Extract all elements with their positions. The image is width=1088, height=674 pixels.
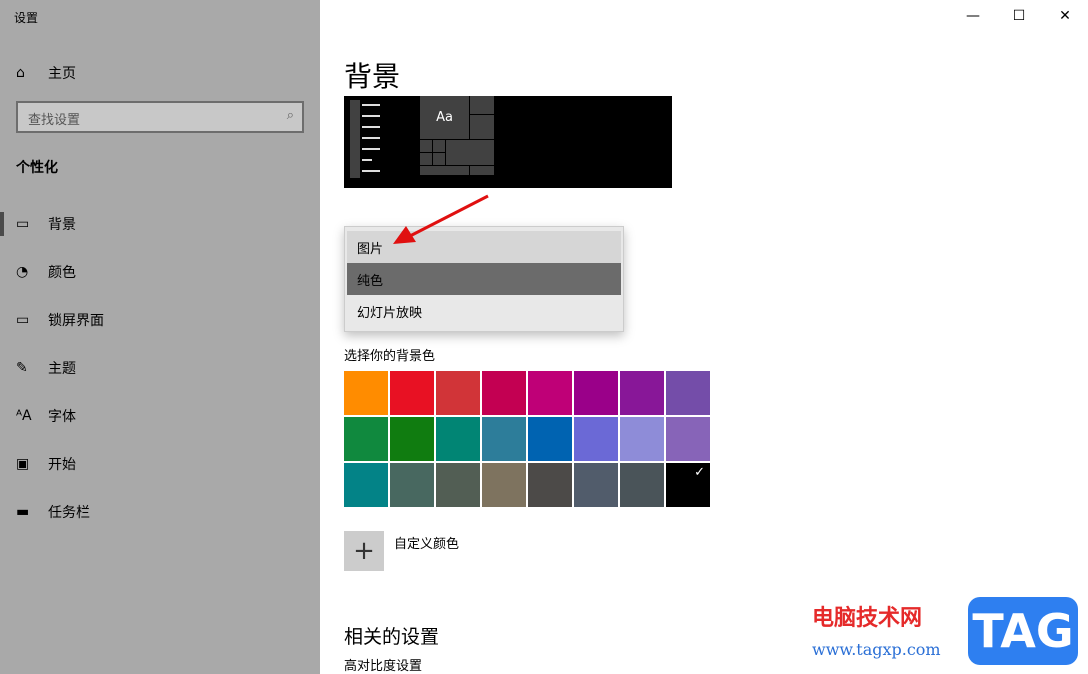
color-swatch[interactable] (344, 371, 388, 415)
nav-label: 主题 (48, 361, 76, 377)
sidebar-item-taskbar[interactable]: ▬ 任务栏 (0, 488, 320, 536)
start-icon: ▣ (16, 456, 30, 472)
color-swatch[interactable] (620, 463, 664, 507)
lock-screen-icon: ▭ (16, 312, 30, 328)
color-swatch[interactable] (436, 371, 480, 415)
color-picker-label: 选择你的背景色 (344, 349, 436, 364)
color-swatch[interactable] (574, 463, 618, 507)
nav-label: 任务栏 (48, 505, 90, 521)
color-swatch[interactable] (344, 417, 388, 461)
color-swatch[interactable] (528, 463, 572, 507)
app-title: 设置 (14, 11, 39, 25)
taskbar-icon: ▬ (16, 504, 30, 520)
sidebar-item-start[interactable]: ▣ 开始 (0, 440, 320, 488)
color-swatch[interactable] (666, 417, 710, 461)
color-swatch[interactable] (620, 417, 664, 461)
background-type-dropdown[interactable]: 图片 纯色 幻灯片放映 (344, 226, 624, 332)
color-swatch[interactable] (482, 371, 526, 415)
background-preview: Aa (344, 96, 672, 188)
font-icon: ᴬA (16, 408, 32, 424)
watermark-url: www.tagxp.com (812, 640, 941, 659)
sidebar-item-lock-screen[interactable]: ▭ 锁屏界面 (0, 296, 320, 344)
nav-label: 背景 (48, 217, 76, 233)
maximize-button[interactable]: ☐ (996, 0, 1042, 32)
section-heading: 个性化 (16, 160, 58, 176)
sidebar-item-colors[interactable]: ◔ 颜色 (0, 248, 320, 296)
high-contrast-link[interactable]: 高对比度设置 (344, 655, 422, 674)
sidebar-nav: ▭ 背景 ◔ 颜色 ▭ 锁屏界面 ✎ 主题 ᴬA 字体 ▣ 开始 ▬ 任务栏 (0, 200, 320, 536)
color-swatch[interactable] (666, 463, 710, 507)
color-swatch[interactable] (482, 417, 526, 461)
sidebar-item-fonts[interactable]: ᴬA 字体 (0, 392, 320, 440)
color-grid (344, 371, 710, 507)
color-swatch[interactable] (436, 417, 480, 461)
color-swatch[interactable] (390, 463, 434, 507)
sidebar: 设置 ⌂ 主页 查找设置 ⌕ 个性化 ▭ 背景 ◔ 颜色 ▭ 锁屏界面 ✎ 主题 ᴬA 字体 … (0, 0, 320, 674)
custom-color-button[interactable]: + (344, 531, 384, 571)
nav-label: 锁屏界面 (48, 313, 104, 329)
color-swatch[interactable] (436, 463, 480, 507)
nav-label: 开始 (48, 457, 76, 473)
option-slideshow[interactable]: 幻灯片放映 (347, 295, 621, 327)
color-swatch[interactable] (574, 417, 618, 461)
page-title: 背景 (344, 60, 401, 93)
custom-color-label[interactable]: 自定义颜色 (394, 533, 459, 552)
color-swatch[interactable] (390, 417, 434, 461)
minimize-button[interactable]: — (950, 0, 996, 32)
option-solid-color[interactable]: 纯色 (347, 263, 621, 295)
color-swatch[interactable] (620, 371, 664, 415)
related-settings-heading: 相关的设置 (344, 626, 440, 648)
color-swatch[interactable] (528, 417, 572, 461)
watermark-site-name: 电脑技术网 (812, 606, 923, 631)
sidebar-item-background[interactable]: ▭ 背景 (0, 200, 320, 248)
theme-icon: ✎ (16, 360, 28, 376)
nav-label: 颜色 (48, 265, 76, 281)
search-input[interactable]: 查找设置 ⌕ (16, 101, 304, 133)
palette-icon: ◔ (16, 264, 29, 280)
watermark-logo: TAG (968, 597, 1078, 665)
window-controls: — ☐ ✕ (950, 0, 1088, 32)
home-icon: ⌂ (16, 65, 25, 81)
color-swatch[interactable] (528, 371, 572, 415)
nav-label: 字体 (48, 409, 76, 425)
color-swatch[interactable] (344, 463, 388, 507)
color-swatch[interactable] (390, 371, 434, 415)
search-placeholder: 查找设置 (28, 113, 81, 128)
color-swatch[interactable] (666, 371, 710, 415)
option-picture[interactable]: 图片 (347, 231, 621, 263)
color-swatch[interactable] (574, 371, 618, 415)
sidebar-item-home[interactable]: ⌂ 主页 (16, 63, 76, 83)
plus-icon: + (353, 536, 375, 566)
preview-text: Aa (420, 96, 469, 139)
color-swatch[interactable] (482, 463, 526, 507)
home-label: 主页 (48, 66, 76, 82)
sidebar-item-themes[interactable]: ✎ 主题 (0, 344, 320, 392)
close-button[interactable]: ✕ (1042, 0, 1088, 32)
picture-icon: ▭ (16, 216, 30, 232)
search-icon[interactable]: ⌕ (287, 108, 294, 123)
